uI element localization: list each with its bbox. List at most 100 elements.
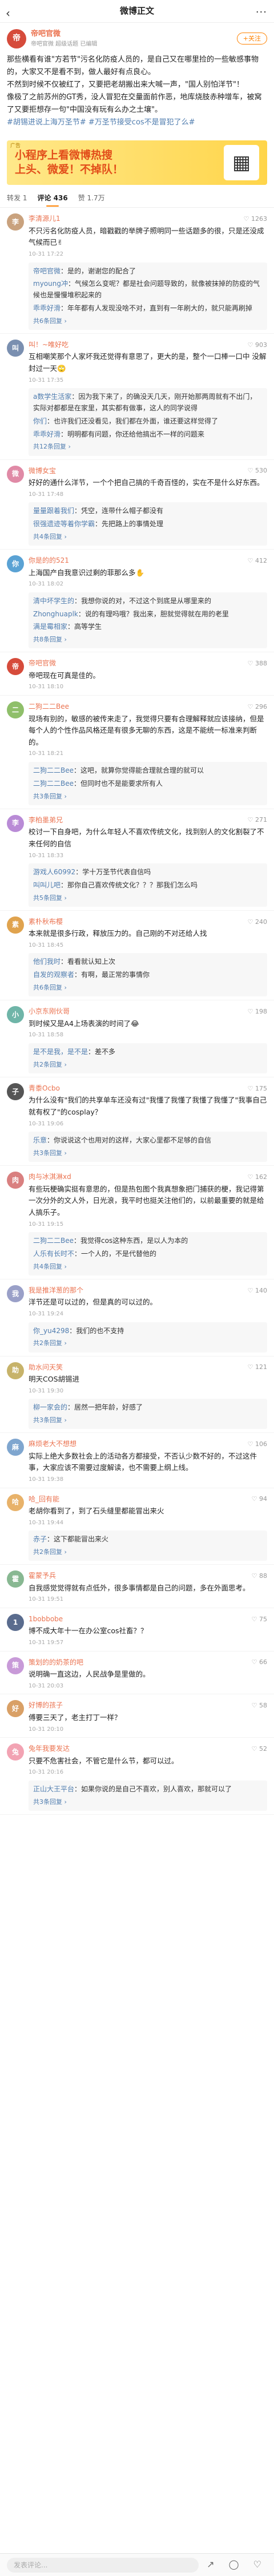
commenter-name[interactable]: 策划的的奶茶的吧 xyxy=(29,1657,83,1668)
reply-author[interactable]: 量量跟着我们 xyxy=(33,507,74,515)
reply-author[interactable]: 柳一家会的 xyxy=(33,1403,67,1411)
like-count[interactable]: ♡ 58 xyxy=(252,1701,267,1710)
reply-author[interactable]: a数学生活家 xyxy=(33,393,71,401)
more-replies-link[interactable]: 共6条回复 › xyxy=(33,316,263,326)
like-count[interactable]: ♡ 140 xyxy=(248,1286,267,1295)
like-count[interactable]: ♡ 175 xyxy=(248,1084,267,1093)
commenter-name[interactable]: 素朴秋布樱 xyxy=(29,916,63,927)
like-count[interactable]: ♡ 75 xyxy=(252,1614,267,1624)
more-replies-link[interactable]: 共2条回复 › xyxy=(33,1547,263,1557)
avatar[interactable]: 肉 xyxy=(7,1172,24,1189)
like-count[interactable]: ♡ 162 xyxy=(248,1172,267,1182)
more-replies-link[interactable]: 共5条回复 › xyxy=(33,893,263,903)
avatar[interactable]: 小 xyxy=(7,1006,24,1024)
reply-author[interactable]: Zhonghuaplk xyxy=(33,610,78,618)
commenter-name[interactable]: 麻烦老大不想想 xyxy=(29,1439,76,1449)
avatar[interactable]: 微 xyxy=(7,465,24,483)
comment-input[interactable]: 发表评论... xyxy=(7,2557,199,2573)
avatar[interactable]: 李 xyxy=(7,814,24,832)
reply-author[interactable]: 他们我时 xyxy=(33,958,61,966)
reply-author[interactable]: 是不是我，是不是 xyxy=(33,1048,88,1056)
reply-author[interactable]: 乖乖好滑 xyxy=(33,430,61,438)
avatar[interactable]: 哈 xyxy=(7,1493,24,1511)
commenter-name[interactable]: 助水问天笑 xyxy=(29,1362,63,1373)
commenter-name[interactable]: 好博的孩子 xyxy=(29,1700,63,1711)
commenter-name[interactable]: 李清源儿1 xyxy=(29,213,61,224)
reply-author[interactable]: 你们 xyxy=(33,417,47,425)
like-count[interactable]: ♡ 271 xyxy=(248,815,267,825)
action-icons[interactable]: ↗ ◯ ♡ xyxy=(207,2558,267,2572)
avatar[interactable]: 1 xyxy=(7,1613,24,1631)
more-replies-link[interactable]: 共4条回复 › xyxy=(33,1262,263,1272)
more-replies-link[interactable]: 共8条回复 › xyxy=(33,635,263,645)
more-replies-link[interactable]: 共4条回复 › xyxy=(33,532,263,542)
reply-author[interactable]: 乐意 xyxy=(33,1136,47,1144)
commenter-name[interactable]: 兔年我要发达 xyxy=(29,1743,70,1754)
avatar[interactable]: 帝 xyxy=(7,29,26,49)
avatar[interactable]: 帝 xyxy=(7,658,24,676)
back-icon[interactable]: ‹ xyxy=(6,5,10,22)
commenter-name[interactable]: 叫！~唯好吃 xyxy=(29,340,68,350)
like-count[interactable]: ♡ 121 xyxy=(248,1362,267,1372)
reply-author[interactable]: 满是霉相家 xyxy=(33,623,67,631)
reply-author[interactable]: 自发的观察者 xyxy=(33,971,74,979)
avatar[interactable]: 你 xyxy=(7,555,24,572)
reply-author[interactable]: 人乐有长时不 xyxy=(33,1250,74,1258)
reply-author[interactable]: 你_yu4298 xyxy=(33,1327,69,1335)
commenter-name[interactable]: 你是的的521 xyxy=(29,555,69,566)
like-count[interactable]: ♡ 388 xyxy=(248,659,267,668)
reply-author[interactable]: 游戏人60992 xyxy=(33,868,75,876)
like-count[interactable]: ♡ 94 xyxy=(252,1494,267,1504)
commenter-name[interactable]: 哈_回有能 xyxy=(29,1494,59,1505)
commenter-name[interactable]: 青黍Ocbo xyxy=(29,1083,60,1094)
commenter-name[interactable]: 帝吧官微 xyxy=(29,658,56,669)
avatar[interactable]: 策 xyxy=(7,1657,24,1674)
like-count[interactable]: ♡ 530 xyxy=(248,466,267,475)
follow-button[interactable]: +关注 xyxy=(236,33,267,45)
more-replies-link[interactable]: 共3条回复 › xyxy=(33,1148,263,1158)
author-name[interactable]: 帝吧官微 xyxy=(31,29,237,40)
more-icon[interactable]: ··· xyxy=(256,5,267,21)
commenter-name[interactable]: 肉与冰淇淋xd xyxy=(29,1172,71,1182)
like-count[interactable]: ♡ 52 xyxy=(252,1744,267,1754)
reply-author[interactable]: myoung冲 xyxy=(33,280,68,288)
avatar[interactable]: 李 xyxy=(7,213,24,231)
avatar[interactable]: 麻 xyxy=(7,1439,24,1456)
like-count[interactable]: ♡ 903 xyxy=(248,340,267,350)
like-count[interactable]: ♡ 240 xyxy=(248,917,267,927)
avatar[interactable]: 霍 xyxy=(7,1570,24,1588)
commenter-name[interactable]: 1bobbobe xyxy=(29,1614,63,1625)
like-count[interactable]: ♡ 88 xyxy=(252,1571,267,1581)
avatar[interactable]: 助 xyxy=(7,1362,24,1379)
tab-comments[interactable]: 评论 436 xyxy=(37,188,68,208)
tab-repost[interactable]: 转发 1 xyxy=(7,188,27,208)
avatar[interactable]: 我 xyxy=(7,1285,24,1302)
avatar[interactable]: 叫 xyxy=(7,339,24,357)
like-count[interactable]: ♡ 66 xyxy=(252,1657,267,1667)
reply-author[interactable]: 正山大王平台 xyxy=(33,1785,74,1793)
commenter-name[interactable]: 小京东刚伙哥 xyxy=(29,1006,70,1017)
like-count[interactable]: ♡ 106 xyxy=(248,1439,267,1449)
avatar[interactable]: 素 xyxy=(7,916,24,934)
reply-author[interactable]: 很强遗迹等着你学霸 xyxy=(33,520,95,528)
more-replies-link[interactable]: 共12条回复 › xyxy=(33,442,263,452)
avatar[interactable]: 好 xyxy=(7,1700,24,1718)
reply-author[interactable]: 二狗二二Bee xyxy=(33,1237,74,1245)
reply-author[interactable]: 二狗二二Bee xyxy=(33,766,74,774)
post-hashtags[interactable]: #胡锡进说上海万圣节# #万圣节接受cos不是冒犯了么# xyxy=(7,116,267,129)
like-count[interactable]: ♡ 198 xyxy=(248,1007,267,1016)
avatar[interactable]: 子 xyxy=(7,1083,24,1100)
more-replies-link[interactable]: 共6条回复 › xyxy=(33,983,263,993)
commenter-name[interactable]: 我是推洋葱的那个 xyxy=(29,1285,83,1296)
reply-author[interactable]: 二狗二二Bee xyxy=(33,780,74,788)
reply-author[interactable]: 叫叫儿吧 xyxy=(33,881,61,889)
like-count[interactable]: ♡ 296 xyxy=(248,702,267,712)
more-replies-link[interactable]: 共3条回复 › xyxy=(33,1415,263,1426)
like-count[interactable]: ♡ 412 xyxy=(248,556,267,566)
more-replies-link[interactable]: 共3条回复 › xyxy=(33,792,263,802)
commenter-name[interactable]: 李柏墨弟兄 xyxy=(29,815,63,826)
reply-author[interactable]: 赤子 xyxy=(33,1535,47,1543)
more-replies-link[interactable]: 共2条回复 › xyxy=(33,1060,263,1070)
commenter-name[interactable]: 霍蒙予兵 xyxy=(29,1570,56,1581)
commenter-name[interactable]: 微博女宝 xyxy=(29,466,56,477)
